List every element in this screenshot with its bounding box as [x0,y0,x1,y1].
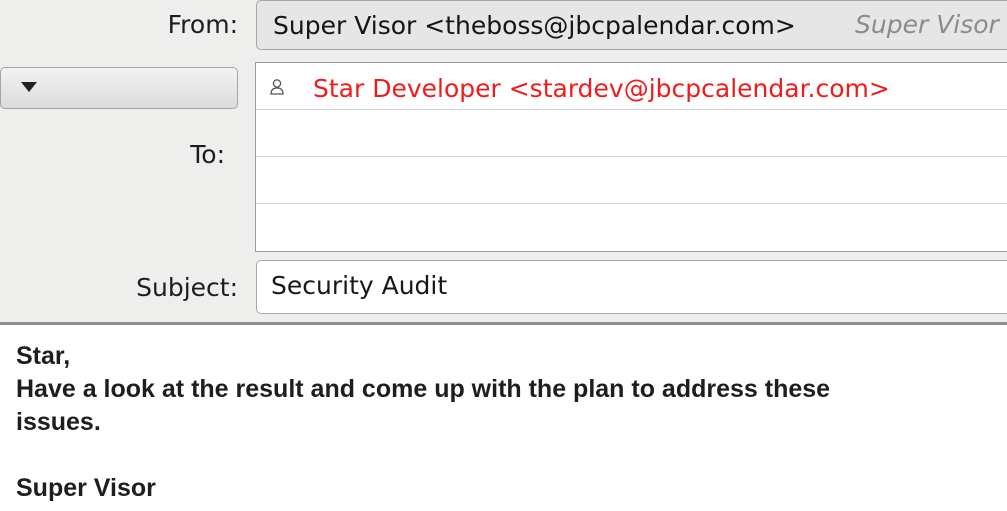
greeting-line: Star, [16,342,71,370]
body-line: Have a look at the result and come up wi… [16,375,831,403]
recipient-row-empty[interactable] [256,157,1007,204]
from-address: Super Visor <theboss@jbcpalendar.com> [273,11,796,40]
person-icon [270,79,284,95]
subject-input[interactable]: Security Audit [256,260,1007,314]
body-line: issues. [16,408,101,436]
chevron-down-icon [21,82,37,92]
to-label: To: [190,140,225,169]
recipient-row[interactable]: Star Developer <stardev@jbcpcalendar.com… [256,63,1007,110]
recipient-row-empty[interactable] [256,204,1007,251]
from-selector[interactable]: Super Visor <theboss@jbcpalendar.com> Su… [256,0,1007,50]
recipient-row-empty[interactable] [256,110,1007,157]
signature-line: Super Visor [16,474,156,502]
from-label: From: [167,10,238,39]
to-field-type-button[interactable]: To: [0,67,238,169]
recipients-list[interactable]: Star Developer <stardev@jbcpcalendar.com… [255,62,1007,252]
subject-value: Security Audit [271,271,448,300]
recipient-address[interactable]: Star Developer <stardev@jbcpcalendar.com… [313,74,890,103]
compose-header: From: Super Visor <theboss@jbcpalendar.c… [0,0,1007,325]
subject-label: Subject: [136,273,238,302]
from-identity-name: Super Visor [855,10,999,39]
message-body[interactable]: Star, Have a look at the result and come… [16,340,976,505]
